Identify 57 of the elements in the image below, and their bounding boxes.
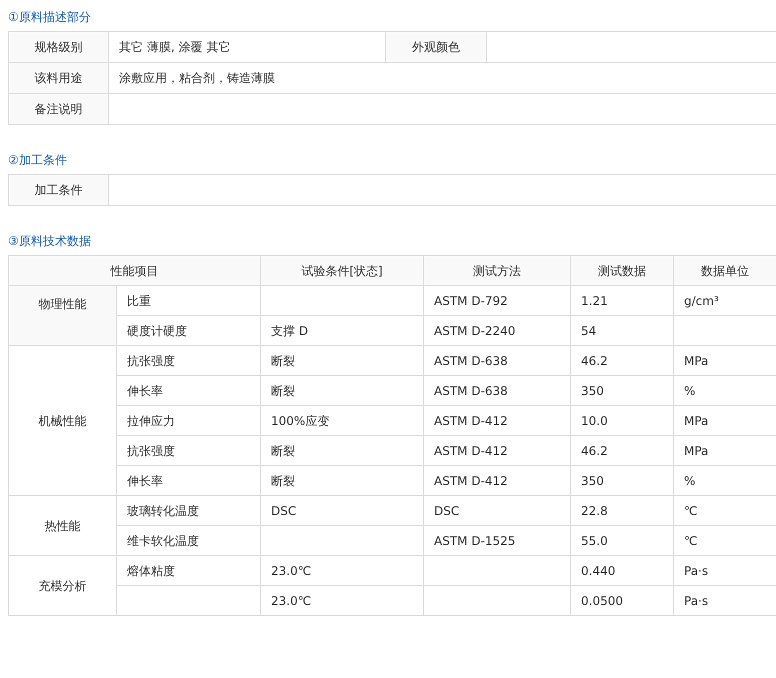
group-cell: 物理性能 xyxy=(8,286,116,346)
table-cell: 1.21 xyxy=(570,286,674,316)
table-cell: ASTM D-1525 xyxy=(424,526,570,556)
table-cell: 抗张强度 xyxy=(116,436,260,466)
column-header: 测试数据 xyxy=(570,256,674,286)
table-cell: 比重 xyxy=(116,286,260,316)
table-cell: 伸长率 xyxy=(116,376,260,406)
table-cell: 23.0℃ xyxy=(260,556,424,586)
table-cell: ASTM D-792 xyxy=(424,286,570,316)
table-cell: 350 xyxy=(570,466,674,496)
table-cell: 0.440 xyxy=(570,556,674,586)
section-title: ②加工条件 xyxy=(8,152,67,169)
table-cell: 100%应变 xyxy=(260,406,424,436)
table-cell: DSC xyxy=(424,496,570,526)
table-cell: ASTM D-638 xyxy=(424,346,570,376)
group-cell: 充模分析 xyxy=(8,556,116,616)
table-cell: 玻璃转化温度 xyxy=(116,496,260,526)
table-cell: 熔体粘度 xyxy=(116,556,260,586)
table-cell: 伸长率 xyxy=(116,466,260,496)
table-cell: 断裂 xyxy=(260,376,424,406)
table-cell: 10.0 xyxy=(570,406,674,436)
group-cell: 热性能 xyxy=(8,496,116,556)
table-cell: ASTM D-638 xyxy=(424,376,570,406)
table-cell: DSC xyxy=(260,496,424,526)
table-cell: 硬度计硬度 xyxy=(116,316,260,346)
table-cell: 55.0 xyxy=(570,526,674,556)
table-cell: 22.8 xyxy=(570,496,674,526)
table-cell: 拉伸应力 xyxy=(116,406,260,436)
section-title: ①原料描述部分 xyxy=(8,9,91,26)
label-cell: 备注说明 xyxy=(8,94,108,124)
table-cell: 支撑 D xyxy=(260,316,424,346)
value-cell: 其它 薄膜, 涂覆 其它 xyxy=(108,32,386,62)
label-cell: 规格级别 xyxy=(8,32,108,62)
group-cell: 机械性能 xyxy=(8,346,116,496)
table-cell: ASTM D-412 xyxy=(424,466,570,496)
column-header: 试验条件[状态] xyxy=(260,256,424,286)
table-cell: ASTM D-2240 xyxy=(424,316,570,346)
column-header: 性能项目 xyxy=(8,256,260,286)
table-cell: ASTM D-412 xyxy=(424,436,570,466)
table-cell: 54 xyxy=(570,316,674,346)
label-cell: 加工条件 xyxy=(8,174,108,206)
table-cell: 46.2 xyxy=(570,436,674,466)
label-cell: 外观颜色 xyxy=(386,32,486,62)
table-cell: 350 xyxy=(570,376,674,406)
label-cell: 该料用途 xyxy=(8,62,108,94)
table-cell: 0.0500 xyxy=(570,586,674,616)
column-header: 测试方法 xyxy=(424,256,570,286)
table-cell: 23.0℃ xyxy=(260,586,424,616)
table-cell: ASTM D-412 xyxy=(424,406,570,436)
table-cell: 维卡软化温度 xyxy=(116,526,260,556)
section-title: ③原料技术数据 xyxy=(8,233,91,250)
table-cell: 46.2 xyxy=(570,346,674,376)
table-cell: 抗张强度 xyxy=(116,346,260,376)
table-cell: 断裂 xyxy=(260,466,424,496)
column-header: 数据单位 xyxy=(674,256,776,286)
table-cell: 断裂 xyxy=(260,346,424,376)
table-cell: 断裂 xyxy=(260,436,424,466)
